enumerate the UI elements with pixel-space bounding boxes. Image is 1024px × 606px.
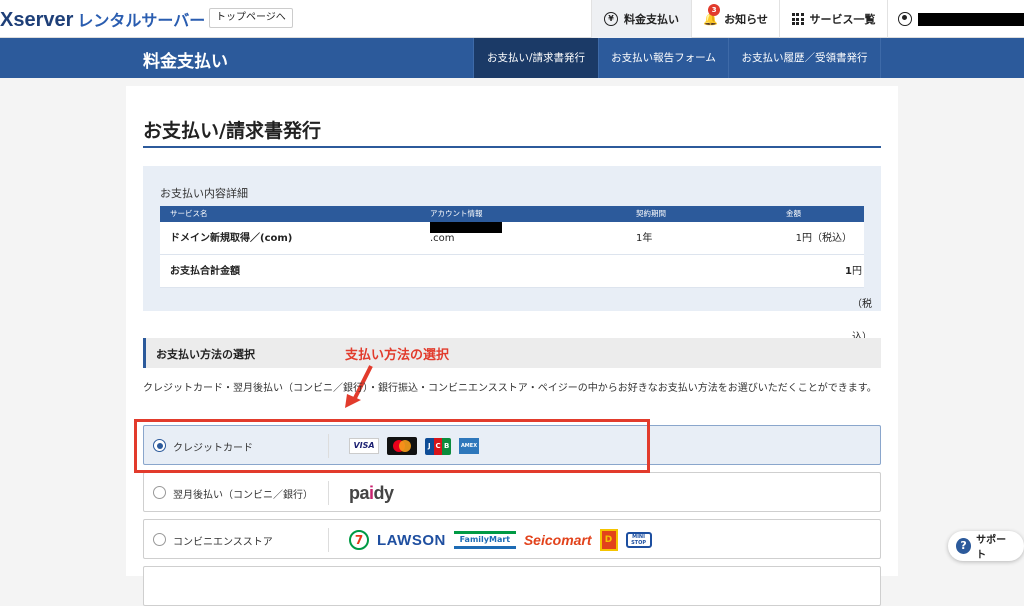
seven-eleven-icon: 7 — [349, 530, 369, 550]
tab-payment-invoice[interactable]: お支払い/請求書発行 — [473, 38, 598, 78]
daily-yamazaki-icon: D — [599, 529, 618, 551]
yen-icon: ¥ — [604, 12, 618, 26]
total-amount: 1円（税込） — [845, 255, 872, 343]
table-header: サービス名 アカウント情報 契約期間 金額 — [160, 206, 864, 222]
payment-method-description: クレジットカード・翌月後払い（コンビニ／銀行）・銀行振込・コンビニエンスストア・… — [143, 383, 877, 394]
row-amount: 1円（税込） — [795, 233, 852, 244]
nav-user-menu[interactable] — [887, 0, 1024, 38]
table-row: ドメイン新規取得／(com) .com 1年 1円（税込） — [160, 222, 864, 255]
option-deferred-payment[interactable]: 翌月後払い（コンビニ／銀行） paidy — [143, 472, 881, 512]
user-name-redacted — [917, 12, 1024, 26]
total-label: お支払合計金額 — [170, 266, 240, 277]
radio-convenience-store[interactable] — [153, 533, 166, 546]
section-header: 料金支払い お支払い/請求書発行 お支払い報告フォーム お支払い履歴／受領書発行 — [0, 38, 1024, 78]
notification-badge: 3 — [708, 4, 721, 16]
seicomart-icon: Seicomart — [523, 532, 592, 548]
user-icon — [898, 12, 912, 26]
support-button[interactable]: ? サポート — [948, 531, 1024, 561]
nav-news[interactable]: 🔔 3 お知らせ — [691, 0, 779, 38]
annotation-highlight-box — [134, 419, 650, 473]
payment-details-panel: お支払い内容詳細 サービス名 アカウント情報 契約期間 金額 ドメイン新規取得／… — [143, 166, 881, 343]
contract-period: 1年 — [636, 233, 653, 244]
details-heading: お支払い内容詳細 — [160, 187, 248, 200]
bell-icon: 🔔 3 — [703, 4, 721, 26]
support-label: サポート — [976, 535, 1007, 561]
nav-services-label: サービス一覧 — [809, 13, 876, 26]
col-service: サービス名 — [170, 209, 208, 218]
service-name: ドメイン新規取得／(com) — [170, 233, 293, 244]
nav-services[interactable]: サービス一覧 — [779, 0, 887, 38]
radio-deferred-payment[interactable] — [153, 486, 166, 499]
tab-payment-report-form[interactable]: お支払い報告フォーム — [598, 38, 728, 78]
option-divider — [328, 528, 329, 552]
total-amount-number: 1 — [845, 266, 852, 277]
grid-icon — [791, 13, 804, 25]
top-page-button[interactable]: トップページへ — [209, 8, 293, 28]
option-next-partial[interactable] — [143, 566, 881, 606]
ministop-icon: MINI STOP — [625, 532, 652, 548]
annotation-label: 支払い方法の選択 — [345, 348, 450, 363]
col-period: 契約期間 — [636, 209, 666, 218]
col-amount: 金額 — [786, 209, 801, 218]
total-row: お支払合計金額 1円（税込） — [160, 255, 872, 343]
main-content: お支払い/請求書発行 お支払い内容詳細 サービス名 アカウント情報 契約期間 金… — [143, 86, 881, 606]
tab-payment-history[interactable]: お支払い履歴／受領書発行 — [728, 38, 881, 78]
nav-fee-payment[interactable]: ¥ 料金支払い — [591, 0, 691, 38]
option-convenience-store[interactable]: コンビニエンスストア 7 LAWSON FamilyMart Seicomart… — [143, 519, 881, 559]
title-divider — [143, 146, 881, 148]
logo-brand: Xserver — [0, 9, 74, 31]
top-bar: Xserver レンタルサーバー トップページへ ¥ 料金支払い 🔔 3 お知らせ … — [0, 0, 1024, 38]
details-table: サービス名 アカウント情報 契約期間 金額 ドメイン新規取得／(com) .co… — [160, 206, 872, 343]
option-deferred-payment-label: 翌月後払い（コンビニ／銀行） — [173, 490, 313, 501]
lawson-icon: LAWSON — [377, 531, 446, 549]
option-divider — [328, 481, 329, 505]
section-title: 料金支払い — [143, 52, 228, 72]
payment-method-heading-bar: お支払い方法の選択 — [143, 338, 881, 368]
account-suffix: .com — [430, 233, 455, 244]
nav-news-label: お知らせ — [724, 13, 768, 26]
xserver-logo[interactable]: Xserver レンタルサーバー — [0, 7, 205, 32]
familymart-icon: FamilyMart — [453, 531, 516, 549]
paidy-icon: paidy — [349, 482, 394, 503]
logo-subtitle: レンタルサーバー — [77, 13, 206, 30]
cvs-logos: 7 LAWSON FamilyMart Seicomart D MINI STO… — [349, 528, 652, 552]
payment-method-heading: お支払い方法の選択 — [156, 348, 255, 361]
col-account: アカウント情報 — [430, 209, 483, 218]
option-convenience-store-label: コンビニエンスストア — [173, 537, 273, 548]
help-icon: ? — [956, 538, 972, 554]
nav-fee-label: 料金支払い — [624, 13, 679, 26]
paidy-logo: paidy — [349, 481, 394, 505]
page-title: お支払い/請求書発行 — [143, 120, 321, 142]
